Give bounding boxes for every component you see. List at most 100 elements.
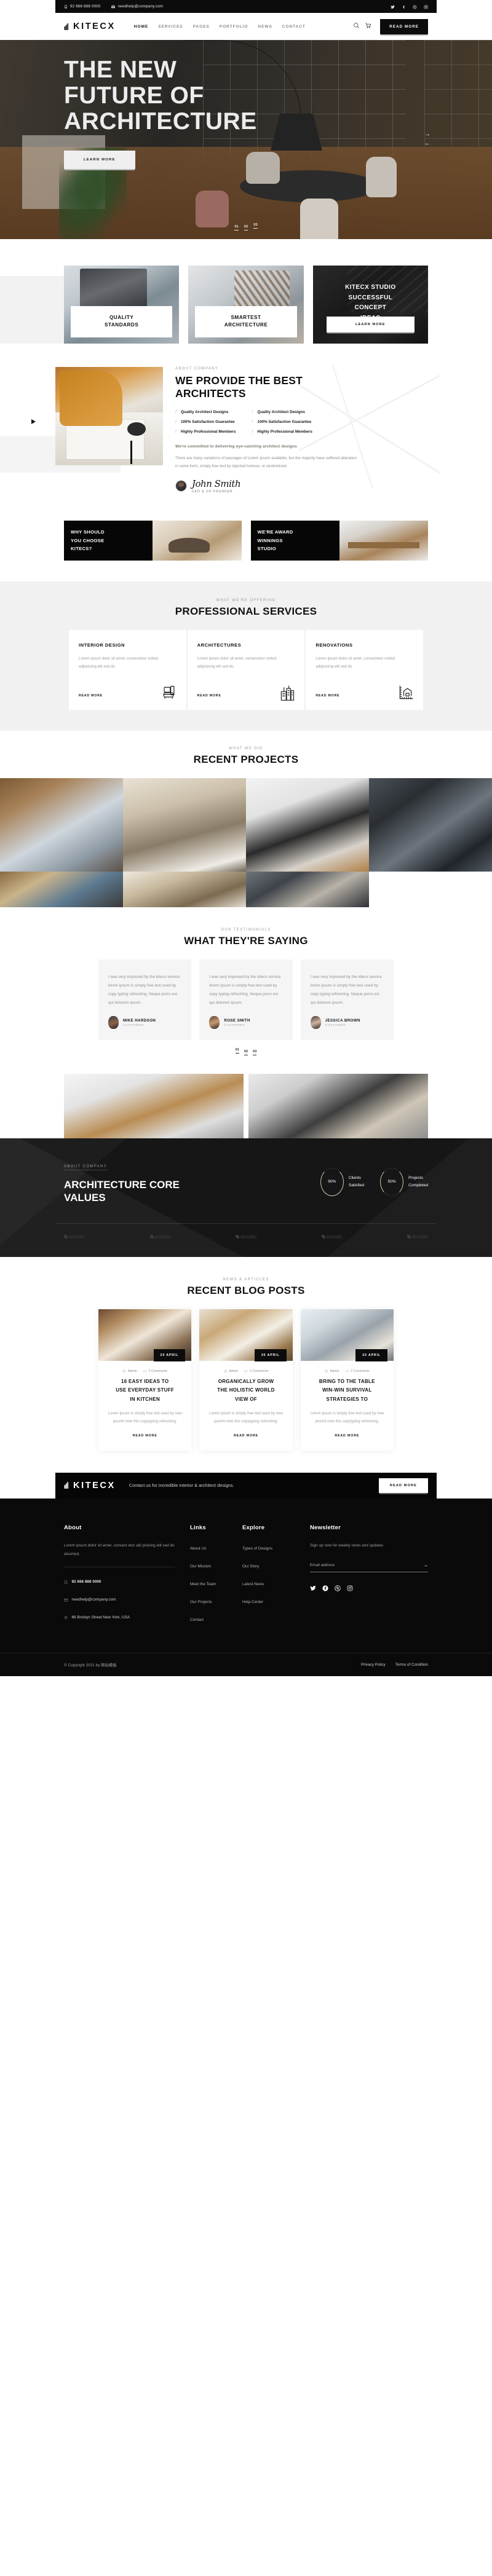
blog-title: RECENT BLOG POSTS [187,1284,305,1296]
feature-learn-more-button[interactable]: LEARN MORE [326,317,415,333]
blog-card-title: BRING TO THE TABLE WIN-WIN SURVIVAL STRA… [319,1378,375,1402]
promo-card-image [153,520,242,561]
project-thumbnail[interactable] [369,778,492,872]
nav-item-news[interactable]: NEWS [253,25,277,29]
blog-read-more-link[interactable]: READ MORE [335,1434,359,1438]
project-thumbnail[interactable] [123,778,246,872]
cta-logo[interactable]: KITECX [64,1481,116,1491]
nav-item-pages[interactable]: PAGES [188,25,215,29]
blog-author: Admin [325,1369,339,1373]
footer-link-latest-news[interactable]: Latest News [242,1582,264,1586]
service-read-more-link[interactable]: READ MORE [315,694,339,698]
site-logo[interactable]: KITECX [64,22,116,31]
footer-email[interactable]: needhelp@company.com [64,1594,175,1605]
testimonial-slide-03[interactable]: 03 [253,1050,257,1056]
blog-read-more-link[interactable]: READ MORE [133,1434,157,1438]
project-thumbnail[interactable] [123,871,246,907]
footer-links-heading: Links [190,1524,206,1531]
footer-link-contact[interactable]: Contact [190,1618,204,1622]
service-read-more-link[interactable]: READ MORE [79,694,103,698]
slider-prev-icon[interactable]: ← [424,139,430,148]
feature-card-quality[interactable]: QUALITY STANDARDS [64,266,180,344]
cta-button[interactable]: READ MORE [378,1478,428,1493]
hero-slide-03[interactable]: 03 [253,223,258,229]
hero-slide-01[interactable]: 01 [234,225,239,230]
footer-link-our-mission[interactable]: Our Mission [190,1564,211,1569]
brand-logos-row: envato envato envato envato envato [55,1224,437,1257]
project-thumbnail[interactable] [246,871,369,907]
hero-slide-02[interactable]: 02 [244,225,248,230]
about-text-block: ABOUT COMPANY WE PROVIDE THE BEST ARCHIT… [163,364,440,494]
hero-slider-arrows[interactable]: → ← [424,130,430,148]
project-thumbnail[interactable] [0,778,123,872]
footer-link-types-of-designs[interactable]: Types of Designs [242,1546,272,1551]
service-read-more-link[interactable]: READ MORE [197,694,221,698]
hero-section: THE NEW FUTURE OF ARCHITECTURE LEARN MOR… [0,40,492,239]
feature-card-studio[interactable]: KITECX STUDIO SUCCESSFUL CONCEPT IDEAS L… [312,266,428,344]
blog-card[interactable]: 20 APRIL Admin 2 Comments 16 EASY IDEAS … [98,1309,192,1451]
feature-title-line-1: KITECX STUDIO [345,284,396,291]
nav-item-services[interactable]: SERVICES [153,25,188,29]
dribbble-icon[interactable] [335,1583,341,1594]
footer-link-help-center[interactable]: Help Center [242,1600,263,1604]
feature-card-architecture[interactable]: SMARTEST ARCHITECTURE [188,266,304,344]
project-thumbnail[interactable] [0,871,123,907]
footer-link-meet-the-team[interactable]: Meet the Team [190,1582,216,1586]
service-card-architectures[interactable]: ARCHITECTURES Lorem ipsum dolor sit amet… [187,629,305,710]
project-thumbnail[interactable] [246,778,369,872]
facebook-icon[interactable] [402,1,406,12]
nav-item-contact[interactable]: CONTACT [277,25,311,29]
nav-item-portfolio[interactable]: PORTFOLIO [215,25,253,29]
promo-card-award[interactable]: WE'RE AWARD WINNINGS STUDIO [250,520,428,561]
dribbble-icon[interactable] [413,1,417,12]
testimonial-card: I was very impresed by the kitecx servic… [300,959,394,1041]
about-image [55,367,163,465]
blog-read-more-link[interactable]: READ MORE [234,1434,258,1438]
instagram-icon[interactable] [424,1,428,12]
footer-link-our-projects[interactable]: Our Projects [190,1600,212,1604]
sofa-icon [161,684,178,701]
service-card-renovations[interactable]: RENOVATIONS Lorem ipsum dolor sit amet, … [306,629,424,710]
newsletter-email-input[interactable] [310,1562,423,1567]
nav-item-home[interactable]: HOME [129,25,153,29]
project-thumbnail[interactable] [369,872,492,907]
footer-privacy-policy-link[interactable]: Privacy Policy [361,1663,386,1667]
video-play-button[interactable] [25,414,41,430]
twitter-icon[interactable] [391,1,395,12]
topbar-phone[interactable]: 92 666 888 0000 [64,4,100,9]
footer-link-our-story[interactable]: Our Story [242,1564,259,1569]
footer-phone[interactable]: 92 666 888 0000 [64,1576,175,1587]
blog-card[interactable]: 30 APRIL Admin 2 Comments ORGANICALLY GR… [199,1309,293,1451]
cart-icon[interactable] [365,21,371,32]
blog-date-badge: 30 APRIL [254,1349,287,1361]
promo-card-choose[interactable]: WHY SHOULD YOU CHOOSE KITECS? [64,520,242,561]
slider-next-icon[interactable]: → [424,130,430,139]
hero-learn-more-button[interactable]: LEARN MORE [64,151,135,170]
blog-card-meta: Admin 2 Comments [106,1369,183,1373]
instagram-icon[interactable] [347,1583,353,1594]
testimonial-slide-02[interactable]: 02 [244,1050,248,1056]
topbar-email[interactable]: needhelp@company.com [111,4,163,9]
cta-bar: KITECX Contact us for incredible interio… [55,1472,437,1499]
footer-links-column: Links About Us Our Mission Meet the Team… [190,1524,242,1631]
gallery-image[interactable] [64,1074,244,1139]
play-icon [31,419,36,424]
testimonials-header: OUR TESTIMONIALS WHAT THEY'RE SAYING [0,928,492,947]
ruler-house-icon [397,684,415,701]
footer-link-about-us[interactable]: About Us [190,1546,206,1551]
core-title-line-2: VALUES [64,1192,106,1204]
twitter-icon[interactable] [310,1583,316,1594]
gallery-image[interactable] [248,1074,428,1139]
nav-right-group: READ MORE [353,18,428,34]
search-icon[interactable] [353,21,360,32]
nav-cta-button[interactable]: READ MORE [380,18,428,34]
facebook-icon[interactable] [322,1583,328,1594]
topbar-phone-text: 92 666 888 0000 [70,4,101,9]
testimonial-slide-01[interactable]: 01 [235,1048,239,1054]
service-card-interior-design[interactable]: INTERIOR DESIGN Lorem ipsum dolor sit am… [69,629,186,710]
service-card-title: ARCHITECTURES [197,642,242,648]
user-icon [122,1369,126,1373]
footer-terms-link[interactable]: Terms of Condition [395,1663,428,1667]
blog-card[interactable]: 20 APRIL Admin 2 Comments BRING TO THE T… [300,1309,394,1451]
submit-arrow-icon[interactable]: → [423,1562,428,1568]
